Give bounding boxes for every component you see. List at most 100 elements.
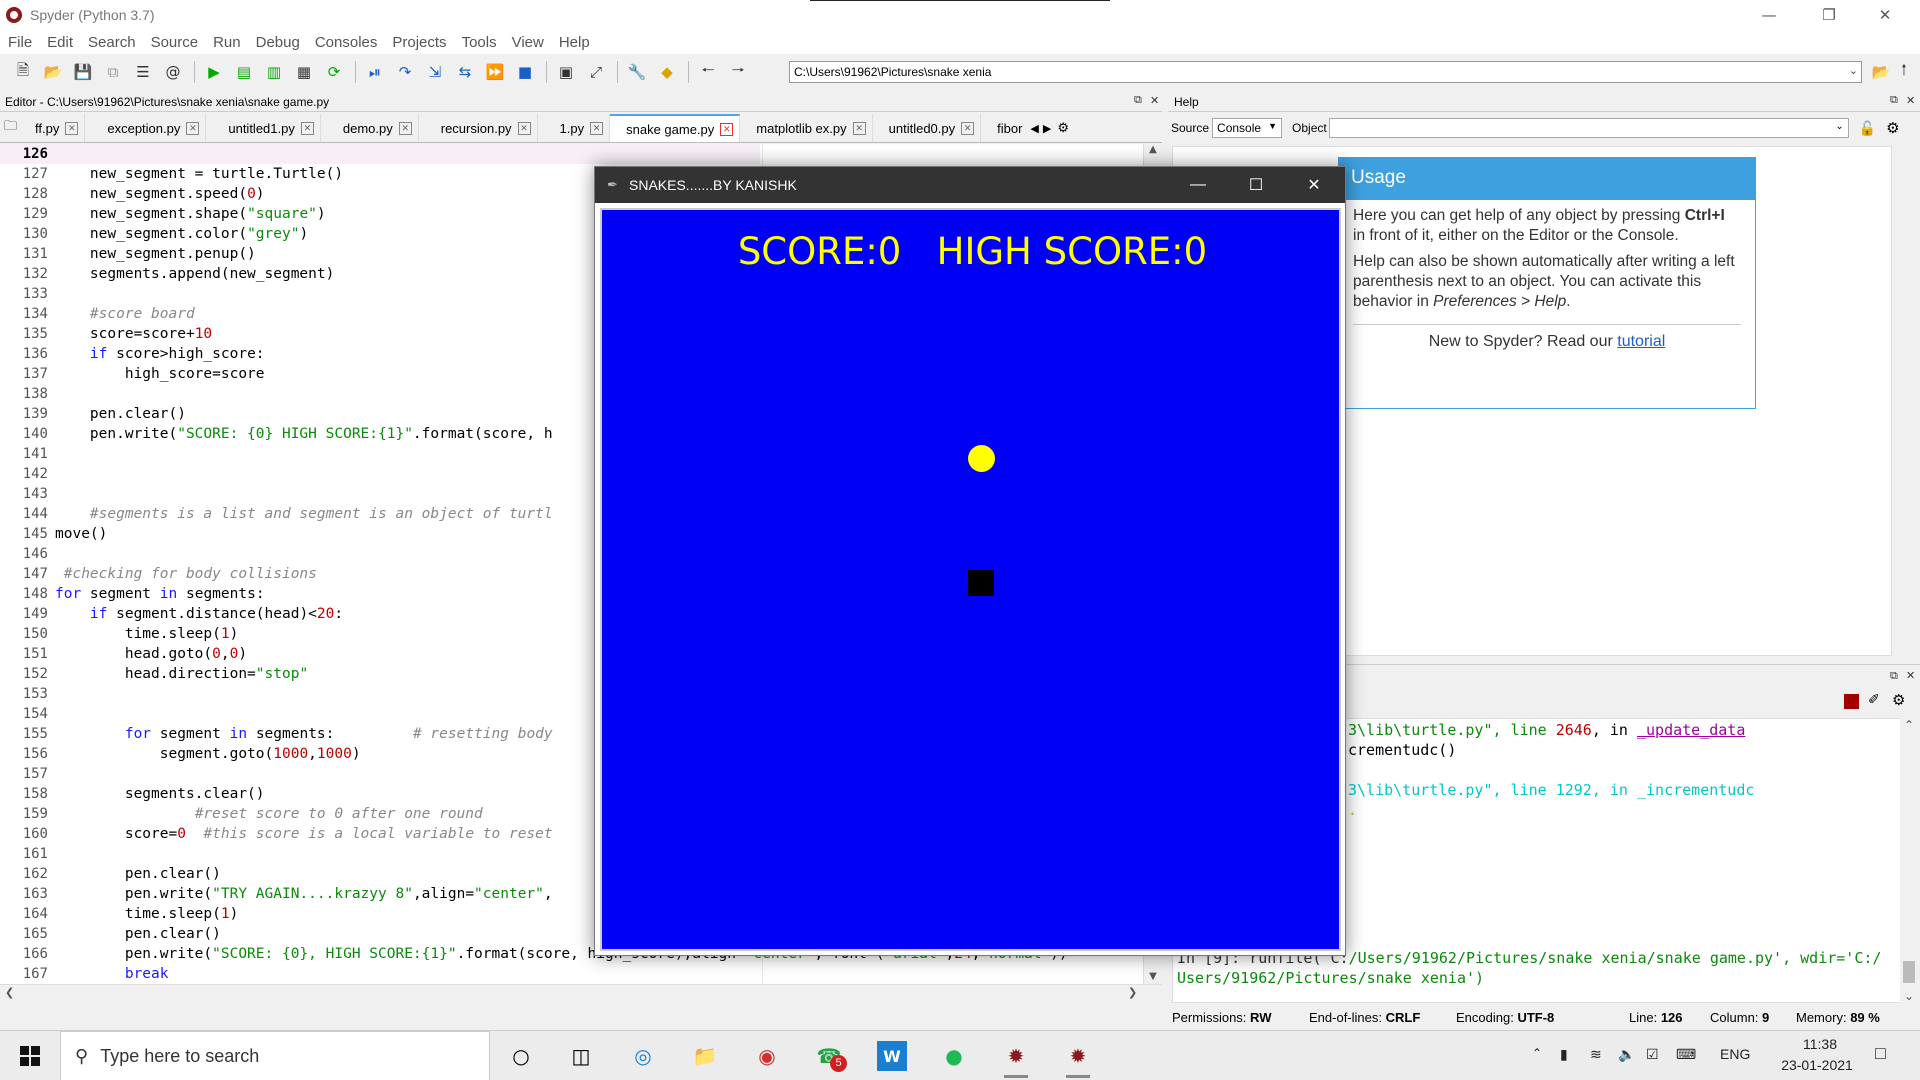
close-pane-icon[interactable]: ✕ [1906, 669, 1915, 682]
tab-matplotlib-ex-py[interactable]: matplotlib ex.py ✕ [740, 114, 873, 142]
close-tab-icon[interactable]: ✕ [300, 121, 314, 135]
tab-1-py[interactable]: 1.py ✕ [538, 114, 611, 142]
tab-exception-py[interactable]: exception.py ✕ [85, 114, 207, 142]
stop-debug-icon[interactable]: ■ [514, 61, 536, 83]
close-pane-icon[interactable]: ✕ [1150, 94, 1159, 107]
minimize-icon[interactable]: — [1746, 0, 1792, 30]
rerun-icon[interactable]: ⟳ [323, 61, 345, 83]
run-cell-advance-icon[interactable]: ▥ [263, 61, 285, 83]
source-select[interactable]: Console ▼ [1212, 118, 1283, 138]
close-icon[interactable]: ✕ [1285, 167, 1343, 203]
working-directory-input[interactable]: C:\Users\91962\Pictures\snake xenia ⌄ [789, 61, 1862, 83]
close-pane-icon[interactable]: ✕ [1906, 94, 1915, 107]
scroll-up-icon[interactable]: ⌃ [1900, 718, 1918, 732]
show-hidden-icons-icon[interactable]: ⌃ [1532, 1046, 1542, 1060]
editor-options-icon[interactable]: ⚙ [1053, 114, 1073, 142]
python-tk-taskbar-icon[interactable]: ✹ [1063, 1041, 1093, 1078]
snake-game-window[interactable]: ✒ SNAKES.......BY KANISHK — ☐ ✕ SCORE:0 … [594, 166, 1346, 956]
close-tab-icon[interactable]: ✕ [590, 121, 604, 135]
chevron-down-icon[interactable]: ⌄ [1849, 64, 1858, 77]
volume-icon[interactable]: 🔈 [1618, 1046, 1635, 1063]
maximize-pane-icon[interactable]: ▣ [555, 61, 577, 83]
close-icon[interactable]: ✕ [1862, 0, 1908, 30]
minimize-icon[interactable]: — [1169, 167, 1227, 203]
close-tab-icon[interactable]: ✕ [720, 122, 734, 136]
scroll-left-icon[interactable]: ❮ [5, 986, 14, 999]
step-icon[interactable]: ↷ [394, 61, 416, 83]
tab-untitled1-py[interactable]: untitled1.py ✕ [206, 114, 321, 142]
menu-source[interactable]: Source [151, 34, 199, 51]
clock-date[interactable]: 23-01-2021 [1772, 1057, 1862, 1073]
scroll-down-icon[interactable]: ⌄ [1900, 989, 1918, 1003]
menu-debug[interactable]: Debug [256, 34, 300, 51]
run-cell-icon[interactable]: ▤ [233, 61, 255, 83]
at-icon[interactable]: @ [162, 61, 184, 83]
menu-file[interactable]: File [8, 34, 32, 51]
save-icon[interactable]: 💾 [72, 61, 94, 83]
clear-console-icon[interactable]: ✐ [1868, 692, 1880, 708]
tab-browse-icon[interactable]: 🗀 [0, 114, 23, 142]
menu-consoles[interactable]: Consoles [315, 34, 378, 51]
clock-time[interactable]: 11:38 [1780, 1036, 1860, 1052]
maximize-icon[interactable]: ☐ [1227, 167, 1285, 203]
battery-icon[interactable]: ▮ [1560, 1046, 1568, 1063]
menu-tools[interactable]: Tools [462, 34, 497, 51]
menu-help[interactable]: Help [559, 34, 590, 51]
language-indicator[interactable]: ENG [1720, 1046, 1750, 1062]
menu-edit[interactable]: Edit [47, 34, 73, 51]
back-icon[interactable]: 🠐 [697, 61, 719, 83]
close-tab-icon[interactable]: ✕ [517, 121, 531, 135]
taskbar-search-box[interactable]: ⚲ Type here to search [60, 1031, 490, 1080]
menu-view[interactable]: View [512, 34, 544, 51]
close-tab-icon[interactable]: ✕ [852, 121, 866, 135]
tab-scroll-right-icon[interactable]: ▶ [1041, 114, 1053, 142]
tab-ff-py[interactable]: ff.py ✕ [23, 114, 86, 142]
network-icon[interactable]: ☑ [1646, 1046, 1659, 1063]
browse-directory-icon[interactable]: 📂 [1870, 61, 1892, 83]
task-view-icon[interactable]: ◫ [566, 1041, 596, 1071]
menu-projects[interactable]: Projects [392, 34, 446, 51]
spyder-taskbar-icon[interactable]: ✹ [1001, 1041, 1031, 1078]
gear-icon[interactable]: ⚙ [1886, 119, 1899, 137]
browse-tabs-icon[interactable]: ☰ [132, 61, 154, 83]
run-selection-icon[interactable]: ▦ [293, 61, 315, 83]
snake-window-titlebar[interactable]: ✒ SNAKES.......BY KANISHK — ☐ ✕ [595, 167, 1345, 203]
undock-icon[interactable]: ⧉ [1134, 94, 1142, 107]
keyboard-icon[interactable]: ⌨ [1676, 1046, 1696, 1063]
scroll-thumb[interactable] [1903, 961, 1915, 983]
wps-writer-icon[interactable]: W [877, 1041, 907, 1071]
scroll-up-icon[interactable]: ▲ [1144, 144, 1162, 155]
continue-icon[interactable]: ⏩ [484, 61, 506, 83]
undock-icon[interactable]: ⧉ [1890, 669, 1898, 683]
tab-scroll-left-icon[interactable]: ◀ [1028, 114, 1040, 142]
python-path-icon[interactable]: ◆ [656, 61, 678, 83]
close-tab-icon[interactable]: ✕ [186, 121, 200, 135]
fullscreen-icon[interactable]: ⤢ [585, 61, 607, 83]
stop-kernel-icon[interactable] [1844, 694, 1859, 709]
restore-icon[interactable]: ❐ [1806, 0, 1852, 30]
game-canvas[interactable]: SCORE:0 HIGH SCORE:0 [600, 208, 1341, 951]
open-file-icon[interactable]: 📂 [42, 61, 64, 83]
cortana-icon[interactable]: ○ [506, 1041, 536, 1071]
lock-icon[interactable]: 🔓 [1859, 120, 1876, 137]
run-icon[interactable]: ▶ [203, 61, 225, 83]
tab-recursion-py[interactable]: recursion.py ✕ [419, 114, 538, 142]
parent-directory-icon[interactable]: 🠑 [1893, 61, 1915, 83]
preferences-icon[interactable]: 🔧 [626, 61, 648, 83]
start-button[interactable] [0, 1031, 60, 1080]
tab-snake-game-py[interactable]: snake game.py ✕ [610, 114, 741, 142]
tab-untitled0-py[interactable]: untitled0.py ✕ [873, 114, 982, 142]
scroll-right-icon[interactable]: ❯ [1128, 986, 1137, 999]
wifi-icon[interactable]: ≋ [1590, 1046, 1602, 1063]
tab-fibonacci[interactable]: fibor [981, 114, 1028, 142]
undock-icon[interactable]: ⧉ [1890, 94, 1898, 107]
gear-icon[interactable]: ⚙ [1892, 691, 1905, 709]
step-into-icon[interactable]: ⇲ [424, 61, 446, 83]
whatsapp-icon[interactable]: ☎ 5 [814, 1041, 847, 1072]
editor-horizontal-scrollbar[interactable]: ❮ ❯ [0, 984, 1162, 1002]
notifications-icon[interactable]: □ [1875, 1043, 1886, 1064]
file-explorer-icon[interactable]: 📁 [690, 1041, 720, 1071]
close-tab-icon[interactable]: ✕ [398, 121, 412, 135]
scroll-down-icon[interactable]: ▼ [1144, 971, 1162, 982]
new-file-icon[interactable]: 🗎 [12, 61, 34, 83]
